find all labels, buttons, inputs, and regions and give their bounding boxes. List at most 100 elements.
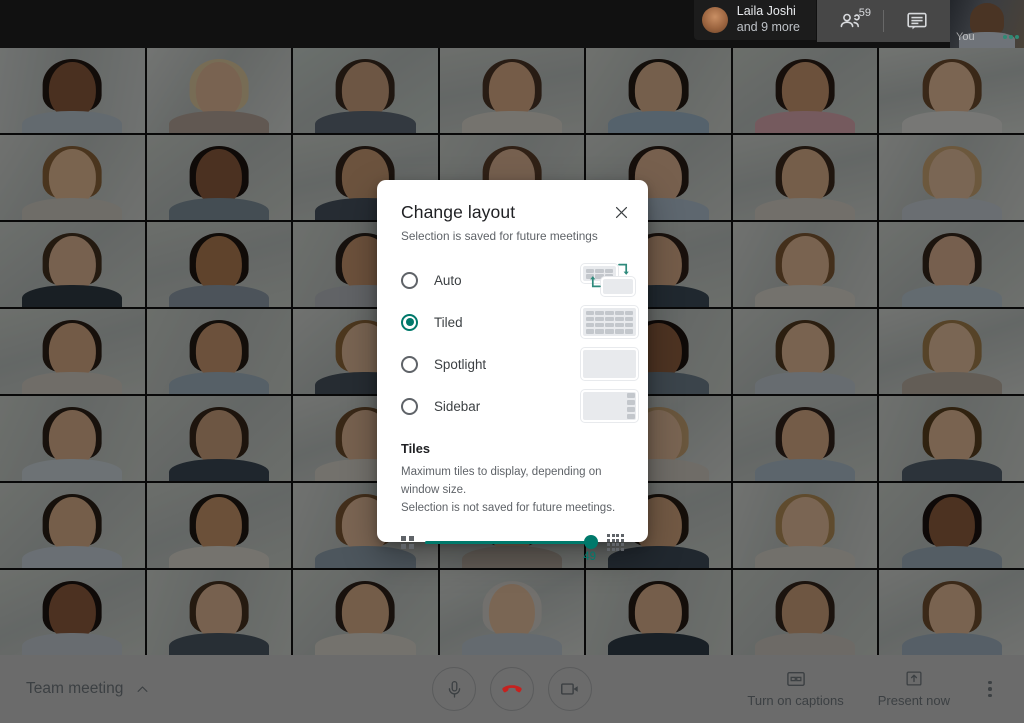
mic-button[interactable] (432, 667, 476, 711)
present-screen-icon (906, 671, 922, 686)
auto-layout-preview (581, 263, 638, 296)
chevron-up-icon (137, 685, 148, 692)
participant-tile[interactable] (732, 48, 878, 133)
google-meet-window: Laila Joshi and 9 more 59 You Team meeti… (0, 0, 1024, 723)
layout-options-group: Auto Tiled Spotlight Sidebar (401, 259, 638, 427)
participant-tile[interactable] (0, 135, 145, 220)
microphone-icon (448, 680, 460, 698)
avatar (701, 7, 728, 33)
active-speaker-others: and 9 more (736, 20, 800, 34)
spotlight-layout-preview (581, 348, 638, 380)
participant-tile[interactable] (879, 309, 1024, 394)
tiles-slider-track (424, 540, 597, 544)
self-view-label: You (956, 31, 975, 43)
participant-tile[interactable] (146, 48, 292, 133)
participant-tile[interactable] (879, 222, 1024, 307)
hangup-button[interactable] (490, 667, 534, 711)
participant-figure (901, 579, 1002, 655)
participant-figure (901, 144, 1002, 220)
participant-figure (22, 405, 123, 481)
participant-tile[interactable] (732, 135, 878, 220)
present-button[interactable]: Present now (864, 666, 964, 712)
camera-button[interactable] (548, 667, 592, 711)
participant-tile[interactable] (0, 483, 145, 568)
active-speaker-chip: Laila Joshi and 9 more (693, 0, 816, 40)
participant-tile[interactable] (879, 396, 1024, 481)
participant-figure (461, 579, 563, 655)
participant-tile[interactable] (732, 222, 878, 307)
radio-spotlight[interactable] (401, 355, 418, 373)
participant-tile[interactable] (0, 48, 145, 133)
participant-tile[interactable] (732, 309, 878, 394)
call-controls (432, 667, 592, 711)
layout-option-tiled-label: Tiled (434, 314, 463, 330)
participant-tile[interactable] (0, 309, 145, 394)
participant-figure (754, 405, 856, 481)
participant-figure (608, 57, 709, 133)
self-view-tile[interactable]: You (950, 0, 1024, 48)
chat-button[interactable] (884, 0, 950, 42)
participant-figure (901, 492, 1002, 568)
participant-tile[interactable] (732, 483, 878, 568)
participant-tile[interactable] (0, 570, 145, 655)
layout-option-tiled[interactable]: Tiled (401, 301, 638, 343)
participant-figure (754, 57, 856, 133)
close-button[interactable] (610, 201, 632, 223)
tiles-slider-thumb[interactable] (584, 535, 599, 550)
participant-tile[interactable] (439, 48, 585, 133)
active-speaker-names: Laila Joshi and 9 more (737, 4, 800, 35)
participant-tile[interactable] (439, 570, 585, 655)
layout-option-spotlight[interactable]: Spotlight (401, 343, 638, 385)
layout-option-sidebar[interactable]: Sidebar (401, 385, 638, 427)
arrow-up-right-icon (590, 276, 601, 288)
participant-tile[interactable] (0, 396, 145, 481)
participant-tile[interactable] (146, 396, 292, 481)
chat-icon (907, 12, 927, 30)
participant-figure (22, 57, 123, 133)
tiles-description-line2: Selection is not saved for future meetin… (401, 501, 616, 514)
radio-auto[interactable] (401, 271, 418, 289)
tiles-section: Tiles Maximum tiles to display, dependin… (401, 441, 624, 563)
participant-tile[interactable] (293, 48, 438, 133)
people-button[interactable]: 59 (817, 0, 883, 42)
participant-tile[interactable] (879, 48, 1024, 133)
participant-tile[interactable] (586, 48, 731, 133)
participant-tile[interactable] (146, 483, 292, 568)
participant-figure (168, 57, 270, 133)
people-count: 59 (858, 7, 871, 19)
participant-figure (901, 57, 1002, 133)
participant-tile[interactable] (879, 483, 1024, 568)
participant-tile[interactable] (879, 135, 1024, 220)
participant-figure (168, 231, 270, 307)
tiles-slider-row: 49 (401, 533, 624, 563)
participant-tile[interactable] (293, 570, 438, 655)
participant-tile[interactable] (146, 135, 292, 220)
radio-tiled[interactable] (401, 313, 418, 331)
participant-tile[interactable] (732, 570, 878, 655)
captions-button-label: Turn on captions (747, 693, 844, 708)
participant-figure (22, 144, 123, 220)
more-dots-icon[interactable] (1003, 35, 1019, 39)
participant-figure (754, 318, 856, 394)
more-options-button[interactable] (970, 669, 1010, 709)
participant-tile[interactable] (146, 570, 292, 655)
dialog-subtitle: Selection is saved for future meetings (401, 229, 598, 243)
meeting-name-control[interactable]: Team meeting (26, 680, 150, 698)
participant-tile[interactable] (146, 309, 292, 394)
participant-tile[interactable] (146, 222, 292, 307)
change-layout-dialog: Change layout Selection is saved for fut… (377, 180, 648, 563)
tiles-slider[interactable] (424, 533, 599, 551)
participant-tile[interactable] (879, 570, 1024, 655)
participant-tile[interactable] (586, 570, 731, 655)
participant-figure (901, 231, 1002, 307)
small-grid-icon (401, 536, 414, 549)
participant-tile[interactable] (0, 222, 145, 307)
captions-button[interactable]: Turn on captions (733, 666, 857, 712)
large-grid-icon (607, 534, 624, 551)
participant-figure (461, 57, 563, 133)
participant-tile[interactable] (732, 396, 878, 481)
participant-figure (315, 57, 416, 133)
layout-option-spotlight-label: Spotlight (434, 356, 487, 372)
layout-option-auto[interactable]: Auto (401, 259, 635, 301)
radio-sidebar[interactable] (401, 397, 418, 415)
